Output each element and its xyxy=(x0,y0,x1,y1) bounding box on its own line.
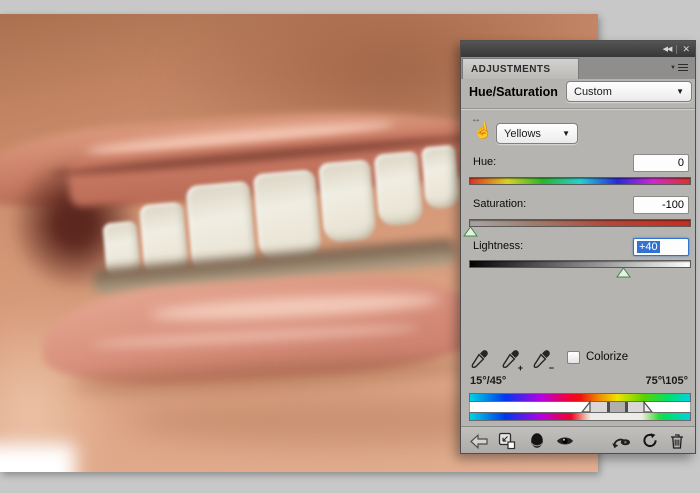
view-previous-state-button[interactable] xyxy=(611,431,631,451)
preset-select[interactable]: Custom ▼ xyxy=(566,81,692,102)
range-right-degrees: 75°\105° xyxy=(646,375,688,387)
range-handle-outer-right[interactable] xyxy=(644,402,652,412)
reset-circular-arrow-icon xyxy=(642,433,658,449)
saturation-value: -100 xyxy=(662,199,684,211)
saturation-gradient-bar[interactable] xyxy=(469,219,691,227)
range-core xyxy=(608,402,626,412)
eyedropper-icon xyxy=(469,349,489,369)
targeted-adjustment-tool-button[interactable]: ↔ ☝ xyxy=(470,116,494,146)
lightness-gradient-bar[interactable] xyxy=(469,260,691,268)
hue-ramp-adjusted xyxy=(469,412,691,421)
range-falloff-left xyxy=(589,402,608,412)
lightness-label: Lightness: xyxy=(473,240,523,252)
panel-tabbar: ADJUSTMENTS ▼ xyxy=(461,57,695,79)
lightness-value-input[interactable]: +40 xyxy=(633,238,689,256)
range-handle-inner-left[interactable] xyxy=(607,402,610,412)
adjustments-panel: ◀◀ ✕ ADJUSTMENTS ▼ Hue/Saturation Custom… xyxy=(460,40,696,454)
collapse-to-icons-icon[interactable]: ◀◀ xyxy=(658,46,677,53)
saturation-slider-handle[interactable] xyxy=(464,227,477,236)
hue-ramp-original xyxy=(469,393,691,402)
hue-value: 0 xyxy=(678,157,684,169)
eyedropper-group: + − xyxy=(469,349,553,373)
trash-icon xyxy=(670,433,684,449)
clip-to-layer-button[interactable] xyxy=(497,431,517,451)
panel-titlebar[interactable]: ◀◀ ✕ xyxy=(461,41,695,57)
tooth xyxy=(318,159,377,243)
reset-adjustment-button[interactable] xyxy=(640,431,660,451)
pointing-hand-icon: ☝ xyxy=(472,120,495,143)
dropdown-arrow-icon: ▼ xyxy=(676,87,684,96)
minus-sign: − xyxy=(549,363,554,373)
plus-sign: + xyxy=(518,363,523,373)
tooth xyxy=(421,145,460,210)
dropdown-arrow-icon: ▼ xyxy=(562,129,570,138)
blown-highlight-corner xyxy=(0,444,75,472)
clip-to-layer-icon xyxy=(498,432,516,450)
colorize-checkbox[interactable] xyxy=(567,351,580,364)
tab-adjustments-label: ADJUSTMENTS xyxy=(471,64,550,75)
range-falloff-right xyxy=(626,402,644,412)
panel-menu-arrow-icon: ▼ xyxy=(670,65,676,71)
panel-toolbar xyxy=(461,426,695,453)
eyedropper-add-button[interactable]: + xyxy=(500,349,522,371)
eye-icon xyxy=(556,435,574,447)
range-slider-strip[interactable] xyxy=(469,402,691,412)
photoshop-workspace: ◀◀ ✕ ADJUSTMENTS ▼ Hue/Saturation Custom… xyxy=(0,0,700,493)
panel-menu-lines-icon xyxy=(678,64,688,73)
tooth xyxy=(373,151,423,227)
adjustment-layer-button[interactable] xyxy=(527,431,547,451)
hue-value-input[interactable]: 0 xyxy=(633,154,689,172)
eyedropper-subtract-button[interactable]: − xyxy=(531,349,553,371)
tab-adjustments[interactable]: ADJUSTMENTS xyxy=(462,58,579,79)
separator xyxy=(461,108,695,110)
panel-body: Hue/Saturation Custom ▼ ↔ ☝ Yellows ▼ Hu… xyxy=(461,79,695,428)
eye-with-arrow-icon xyxy=(611,433,631,449)
channel-select-value: Yellows xyxy=(504,128,541,140)
eyedropper-sample-button[interactable] xyxy=(469,349,491,371)
desaturated-band xyxy=(470,413,690,420)
saturation-value-input[interactable]: -100 xyxy=(633,196,689,214)
range-handle-inner-right[interactable] xyxy=(625,402,628,412)
lightness-slider-handle[interactable] xyxy=(617,268,630,277)
lightness-value: +40 xyxy=(637,241,660,253)
return-to-adjustment-list-button[interactable] xyxy=(469,431,489,451)
saturation-label: Saturation: xyxy=(473,198,526,210)
hue-gradient-bar[interactable] xyxy=(469,177,691,185)
toggle-layer-visibility-button[interactable] xyxy=(555,431,575,451)
adjustment-title: Hue/Saturation xyxy=(469,85,558,99)
range-left-degrees: 15°/45° xyxy=(470,375,506,387)
preset-select-value: Custom xyxy=(574,86,612,98)
colorize-label: Colorize xyxy=(586,351,628,363)
panel-menu-button[interactable]: ▼ xyxy=(670,62,688,74)
back-arrow-icon xyxy=(470,434,488,449)
adjustment-layer-icon xyxy=(530,432,544,450)
delete-adjustment-button[interactable] xyxy=(667,431,687,451)
range-handle-outer-left[interactable] xyxy=(582,402,590,412)
hue-label: Hue: xyxy=(473,156,496,168)
channel-select[interactable]: Yellows ▼ xyxy=(496,123,578,144)
close-panel-icon[interactable]: ✕ xyxy=(677,45,695,54)
hue-range-ramps xyxy=(469,393,691,421)
